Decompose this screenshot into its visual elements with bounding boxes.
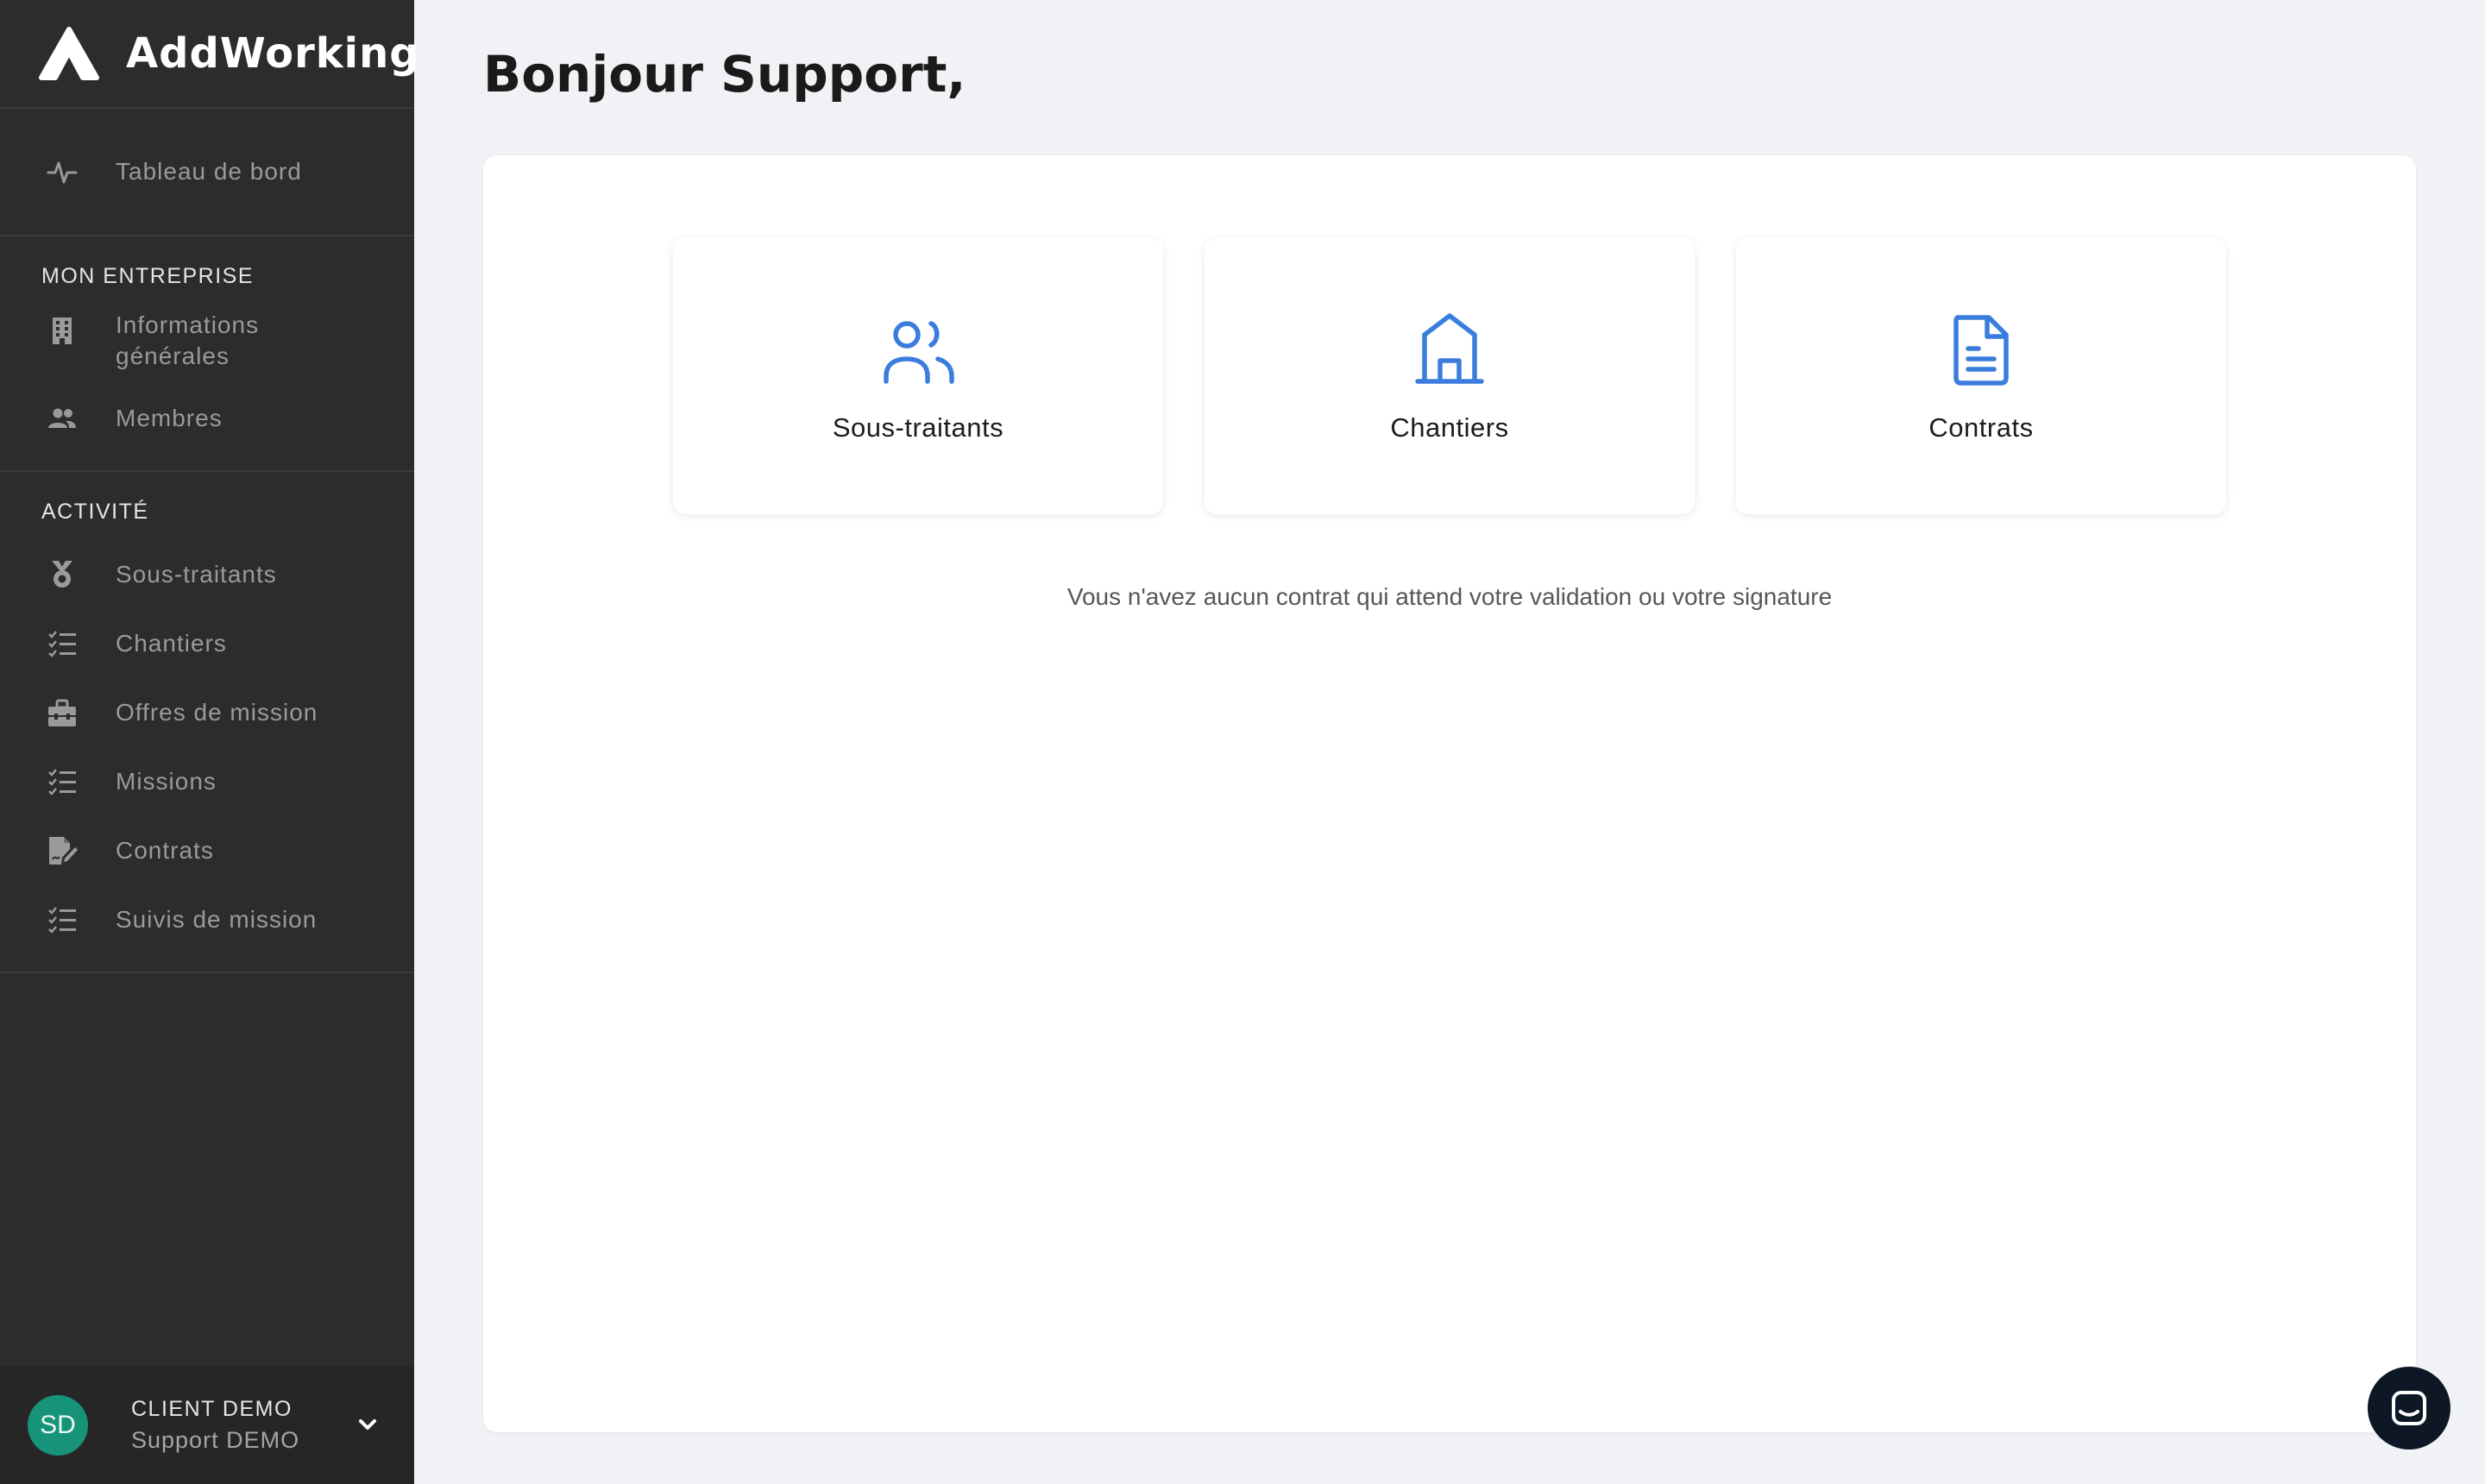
card-label: Sous-traitants xyxy=(832,412,1004,443)
sidebar-item-label: Sous-traitants xyxy=(116,561,277,588)
medal-icon xyxy=(47,559,78,590)
section-title: ACTIVITÉ xyxy=(41,500,149,524)
sidebar-item-label: Tableau de bord xyxy=(116,158,302,185)
sidebar-item-label: Offres de mission xyxy=(116,699,318,726)
sidebar-item-label: Suivis de mission xyxy=(116,906,318,933)
sidebar-item-label-line2: générales xyxy=(116,343,230,369)
sidebar-item-label: Membres xyxy=(116,405,223,431)
page-title: Bonjour Support, xyxy=(483,45,966,104)
users-icon xyxy=(47,403,78,434)
card-chantiers[interactable]: Chantiers xyxy=(1205,238,1695,514)
sidebar-item-sous-traitants[interactable]: Sous-traitants xyxy=(0,540,414,609)
sidebar-item-contrats[interactable]: Contrats xyxy=(0,816,414,885)
user-company: CLIENT DEMO xyxy=(131,1397,293,1421)
sidebar-item-label-wrap: Informations générales xyxy=(116,310,259,372)
chat-icon xyxy=(2390,1389,2428,1427)
toolbox-icon xyxy=(47,697,78,728)
avatar: SD xyxy=(28,1395,88,1456)
chevron-down-icon[interactable] xyxy=(350,1408,385,1443)
checklist-icon xyxy=(47,904,78,935)
sidebar-item-offres-de-mission[interactable]: Offres de mission xyxy=(0,678,414,747)
checklist-icon xyxy=(47,766,78,797)
user-info: CLIENT DEMO Support DEMO xyxy=(131,1397,350,1454)
users-outline-icon xyxy=(878,309,959,390)
addworking-logo-icon xyxy=(38,26,100,81)
house-outline-icon xyxy=(1409,309,1490,390)
sidebar-item-dashboard[interactable]: Tableau de bord xyxy=(0,109,414,236)
card-label: Contrats xyxy=(1928,412,2034,443)
sidebar-item-label: Contrats xyxy=(116,837,214,864)
sidebar-item-label: Chantiers xyxy=(116,630,227,657)
section-title: MON ENTREPRISE xyxy=(41,264,255,288)
brand-name: AddWorking xyxy=(126,29,420,78)
section-mon-entreprise: MON ENTREPRISE Informations générales Me… xyxy=(0,236,414,472)
card-label: Chantiers xyxy=(1390,412,1509,443)
sidebar: AddWorking Tableau de bord MON ENTREPRIS… xyxy=(0,0,419,1484)
document-outline-icon xyxy=(1941,309,2022,390)
activity-icon xyxy=(47,156,78,187)
sidebar-item-informations-generales[interactable]: Informations générales xyxy=(0,305,414,384)
checklist-icon xyxy=(47,628,78,659)
card-contrats[interactable]: Contrats xyxy=(1736,238,2226,514)
chat-button[interactable] xyxy=(2368,1367,2450,1449)
file-signature-icon xyxy=(47,835,78,866)
user-menu[interactable]: SD CLIENT DEMO Support DEMO xyxy=(0,1367,414,1484)
main-content: Bonjour Support, Sous-traitants Chantier… xyxy=(414,0,2485,1484)
sidebar-item-membres[interactable]: Membres xyxy=(0,384,414,453)
sidebar-item-missions[interactable]: Missions xyxy=(0,747,414,816)
card-sous-traitants[interactable]: Sous-traitants xyxy=(673,238,1163,514)
sidebar-item-chantiers[interactable]: Chantiers xyxy=(0,609,414,678)
shortcut-cards: Sous-traitants Chantiers Contrats xyxy=(673,238,2226,514)
user-name: Support DEMO xyxy=(131,1427,300,1453)
sidebar-item-label: Missions xyxy=(116,768,217,795)
dashboard-panel: Sous-traitants Chantiers Contrats Vous n… xyxy=(483,155,2416,1432)
sidebar-item-label-line1: Informations xyxy=(116,311,260,338)
building-icon xyxy=(47,315,78,346)
brand-logo[interactable]: AddWorking xyxy=(0,0,419,109)
sidebar-item-suivis-de-mission[interactable]: Suivis de mission xyxy=(0,885,414,954)
section-activite: ACTIVITÉ Sous-traitants Chantiers Offres… xyxy=(0,472,414,973)
empty-state-message: Vous n'avez aucun contrat qui attend vot… xyxy=(1066,583,1833,610)
